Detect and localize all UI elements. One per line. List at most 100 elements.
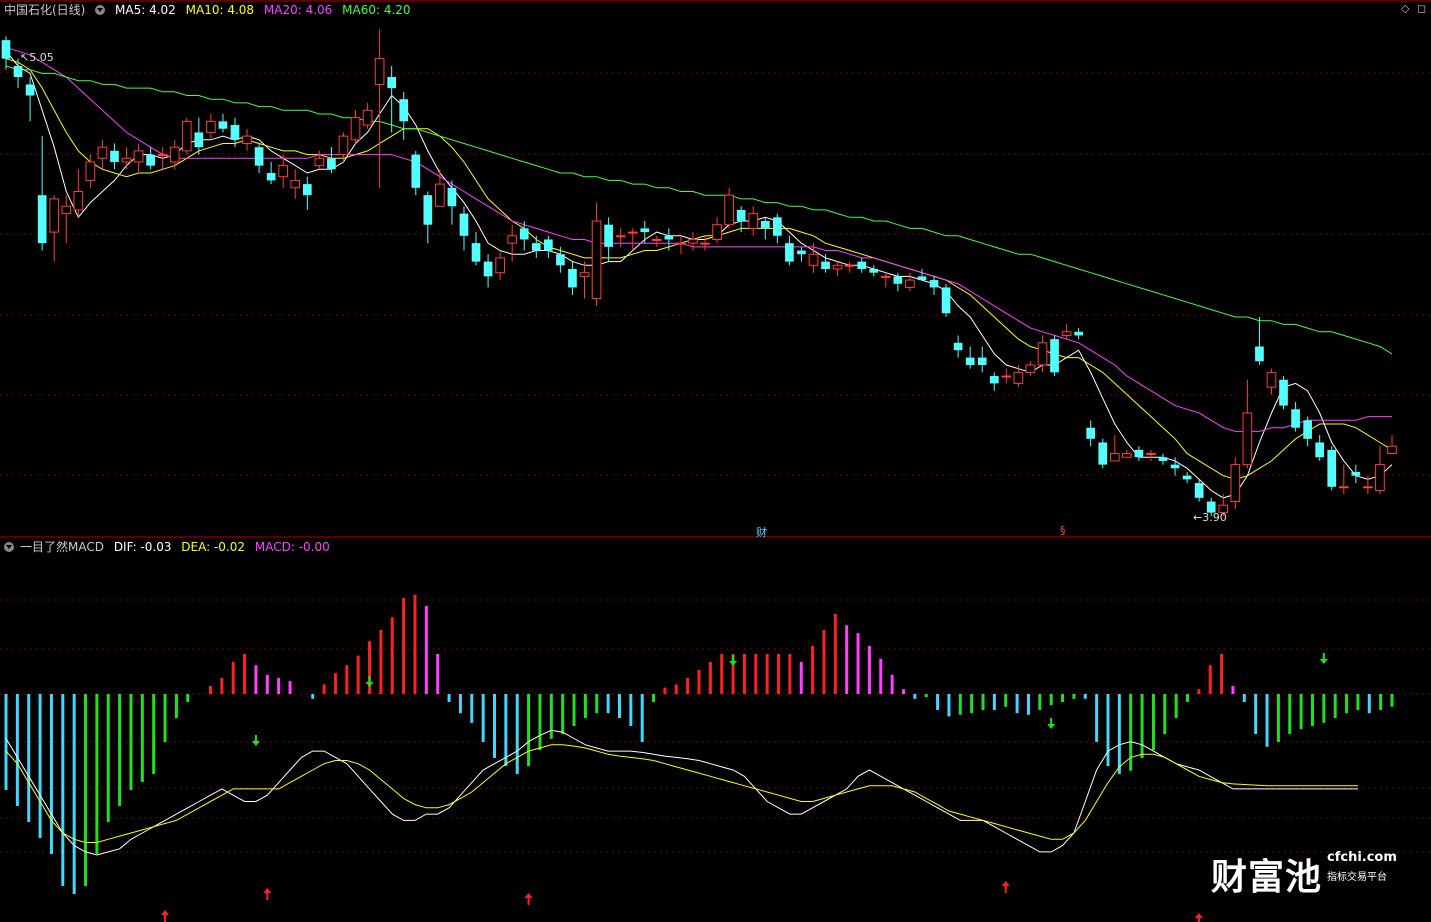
dea-label: DEA: -0.02 xyxy=(181,540,246,554)
macd-label: MACD: -0.00 xyxy=(254,540,330,554)
sell-arrow-icon xyxy=(729,661,738,666)
candle-body-up xyxy=(278,165,289,178)
sell-arrow-icon xyxy=(251,741,260,746)
candle-body-up xyxy=(1122,453,1132,458)
candle-body-down xyxy=(13,65,23,78)
candle-body-down xyxy=(953,342,963,351)
candle-body-down xyxy=(736,209,746,222)
indicator-header: 一目了然MACD DIF: -0.03 DEA: -0.02 MACD: -0.… xyxy=(4,540,336,554)
ma60-line xyxy=(5,65,1393,355)
ma20-label: MA20: 4.06 xyxy=(263,3,333,17)
sell-arrow-icon xyxy=(365,682,374,687)
buy-arrow-icon xyxy=(263,888,272,893)
candle-body-down xyxy=(1291,409,1300,428)
candle-body-up xyxy=(1338,486,1349,489)
candle-body-up xyxy=(374,58,385,85)
low-marker-arrow-icon: ← xyxy=(1193,511,1203,524)
candle-body-down xyxy=(797,250,806,255)
candle-body-up xyxy=(181,120,192,152)
candle-body-up xyxy=(844,264,855,267)
candle-body-up xyxy=(1013,371,1024,384)
finance-event-marker[interactable]: 财 xyxy=(756,524,767,540)
candle-body-up xyxy=(85,161,96,181)
indicator-name[interactable]: 一目了然MACD xyxy=(20,540,104,554)
candle-body-down xyxy=(1098,442,1108,465)
high-marker-arrow-icon: ↖ xyxy=(20,51,30,64)
candle-body-down xyxy=(893,276,903,284)
candle-body-down xyxy=(917,276,927,281)
restore-icon[interactable]: ◻ xyxy=(1417,2,1426,15)
candle-body-up xyxy=(157,154,168,157)
candle-body-down xyxy=(773,217,782,236)
candle-body-down xyxy=(1327,449,1337,487)
candle-body-down xyxy=(1074,331,1083,336)
candle-body-down xyxy=(387,77,397,89)
stock-name[interactable]: 中国石化(日线) xyxy=(4,3,85,17)
candle-body-up xyxy=(1242,412,1253,466)
high-price-marker: ↖5.05 xyxy=(20,51,54,64)
candle-body-down xyxy=(1,40,11,59)
candle-body-down xyxy=(1303,420,1312,439)
candle-body-up xyxy=(1266,371,1277,388)
candle-body-up xyxy=(748,213,759,229)
candle-body-down xyxy=(1050,339,1059,373)
candle-body-up xyxy=(615,235,626,238)
diamond-icon[interactable]: ◇ xyxy=(1401,2,1409,15)
candle-body-up xyxy=(808,253,819,266)
dea-line xyxy=(5,744,1358,843)
candle-body-down xyxy=(218,121,228,129)
candle-body-up xyxy=(1375,464,1385,491)
candle-body-down xyxy=(1158,457,1168,461)
candle-body-up xyxy=(1146,453,1156,456)
dif-line xyxy=(5,729,1358,856)
candle-body-up xyxy=(169,146,180,163)
candle-body-down xyxy=(604,224,613,247)
candle-body-down xyxy=(254,147,264,166)
candle-body-down xyxy=(459,213,469,236)
candle-body-down xyxy=(230,125,240,140)
candle-body-up xyxy=(121,157,132,163)
candle-body-up xyxy=(1109,453,1120,462)
candle-body-down xyxy=(941,287,951,314)
candle-body-up xyxy=(290,179,301,189)
ma5-line xyxy=(5,50,1393,499)
dif-label: DIF: -0.03 xyxy=(113,540,172,554)
candle-body-up xyxy=(688,238,698,244)
ma-settings-icon[interactable] xyxy=(95,5,106,15)
watermark-brand: 财富池 xyxy=(1211,857,1323,898)
candle-body-up xyxy=(133,150,144,163)
ma5-label: MA5: 4.02 xyxy=(115,3,176,17)
candle-body-down xyxy=(821,261,830,269)
watermark-site: cfchi.com xyxy=(1327,850,1397,865)
candle-body-down xyxy=(989,376,999,384)
candle-body-down xyxy=(110,150,119,162)
chart-canvas[interactable] xyxy=(0,0,1431,922)
dividend-event-marker[interactable]: § xyxy=(1060,524,1066,537)
candle-body-down xyxy=(37,195,47,244)
sell-arrow-icon xyxy=(1047,724,1056,729)
candle-body-down xyxy=(785,243,794,262)
candle-body-up xyxy=(700,242,710,245)
candle-body-up xyxy=(49,198,60,233)
buy-arrow-icon xyxy=(1194,913,1203,918)
candle-body-down xyxy=(1134,449,1144,458)
candle-body-down xyxy=(411,154,421,188)
candle-body-up xyxy=(73,190,84,211)
candle-body-down xyxy=(1086,427,1096,439)
candle-body-up xyxy=(676,242,686,245)
candle-body-up xyxy=(97,146,108,159)
main-chart-header: 中国石化(日线) MA5: 4.02 MA10: 4.08 MA20: 4.06… xyxy=(4,3,417,17)
candle-body-down xyxy=(1182,475,1192,480)
buy-arrow-icon xyxy=(161,910,170,915)
candle-body-down xyxy=(1279,379,1288,406)
candle-body-down xyxy=(1351,472,1361,476)
ma60-label: MA60: 4.20 xyxy=(342,3,411,17)
candle-body-down xyxy=(1315,442,1325,458)
candle-body-up xyxy=(712,224,722,240)
indicator-settings-icon[interactable] xyxy=(4,542,14,552)
candle-body-up xyxy=(1363,486,1373,489)
candle-body-down xyxy=(977,357,987,365)
candle-body-down xyxy=(302,184,312,196)
candle-body-down xyxy=(531,243,541,251)
candle-body-down xyxy=(929,280,939,288)
